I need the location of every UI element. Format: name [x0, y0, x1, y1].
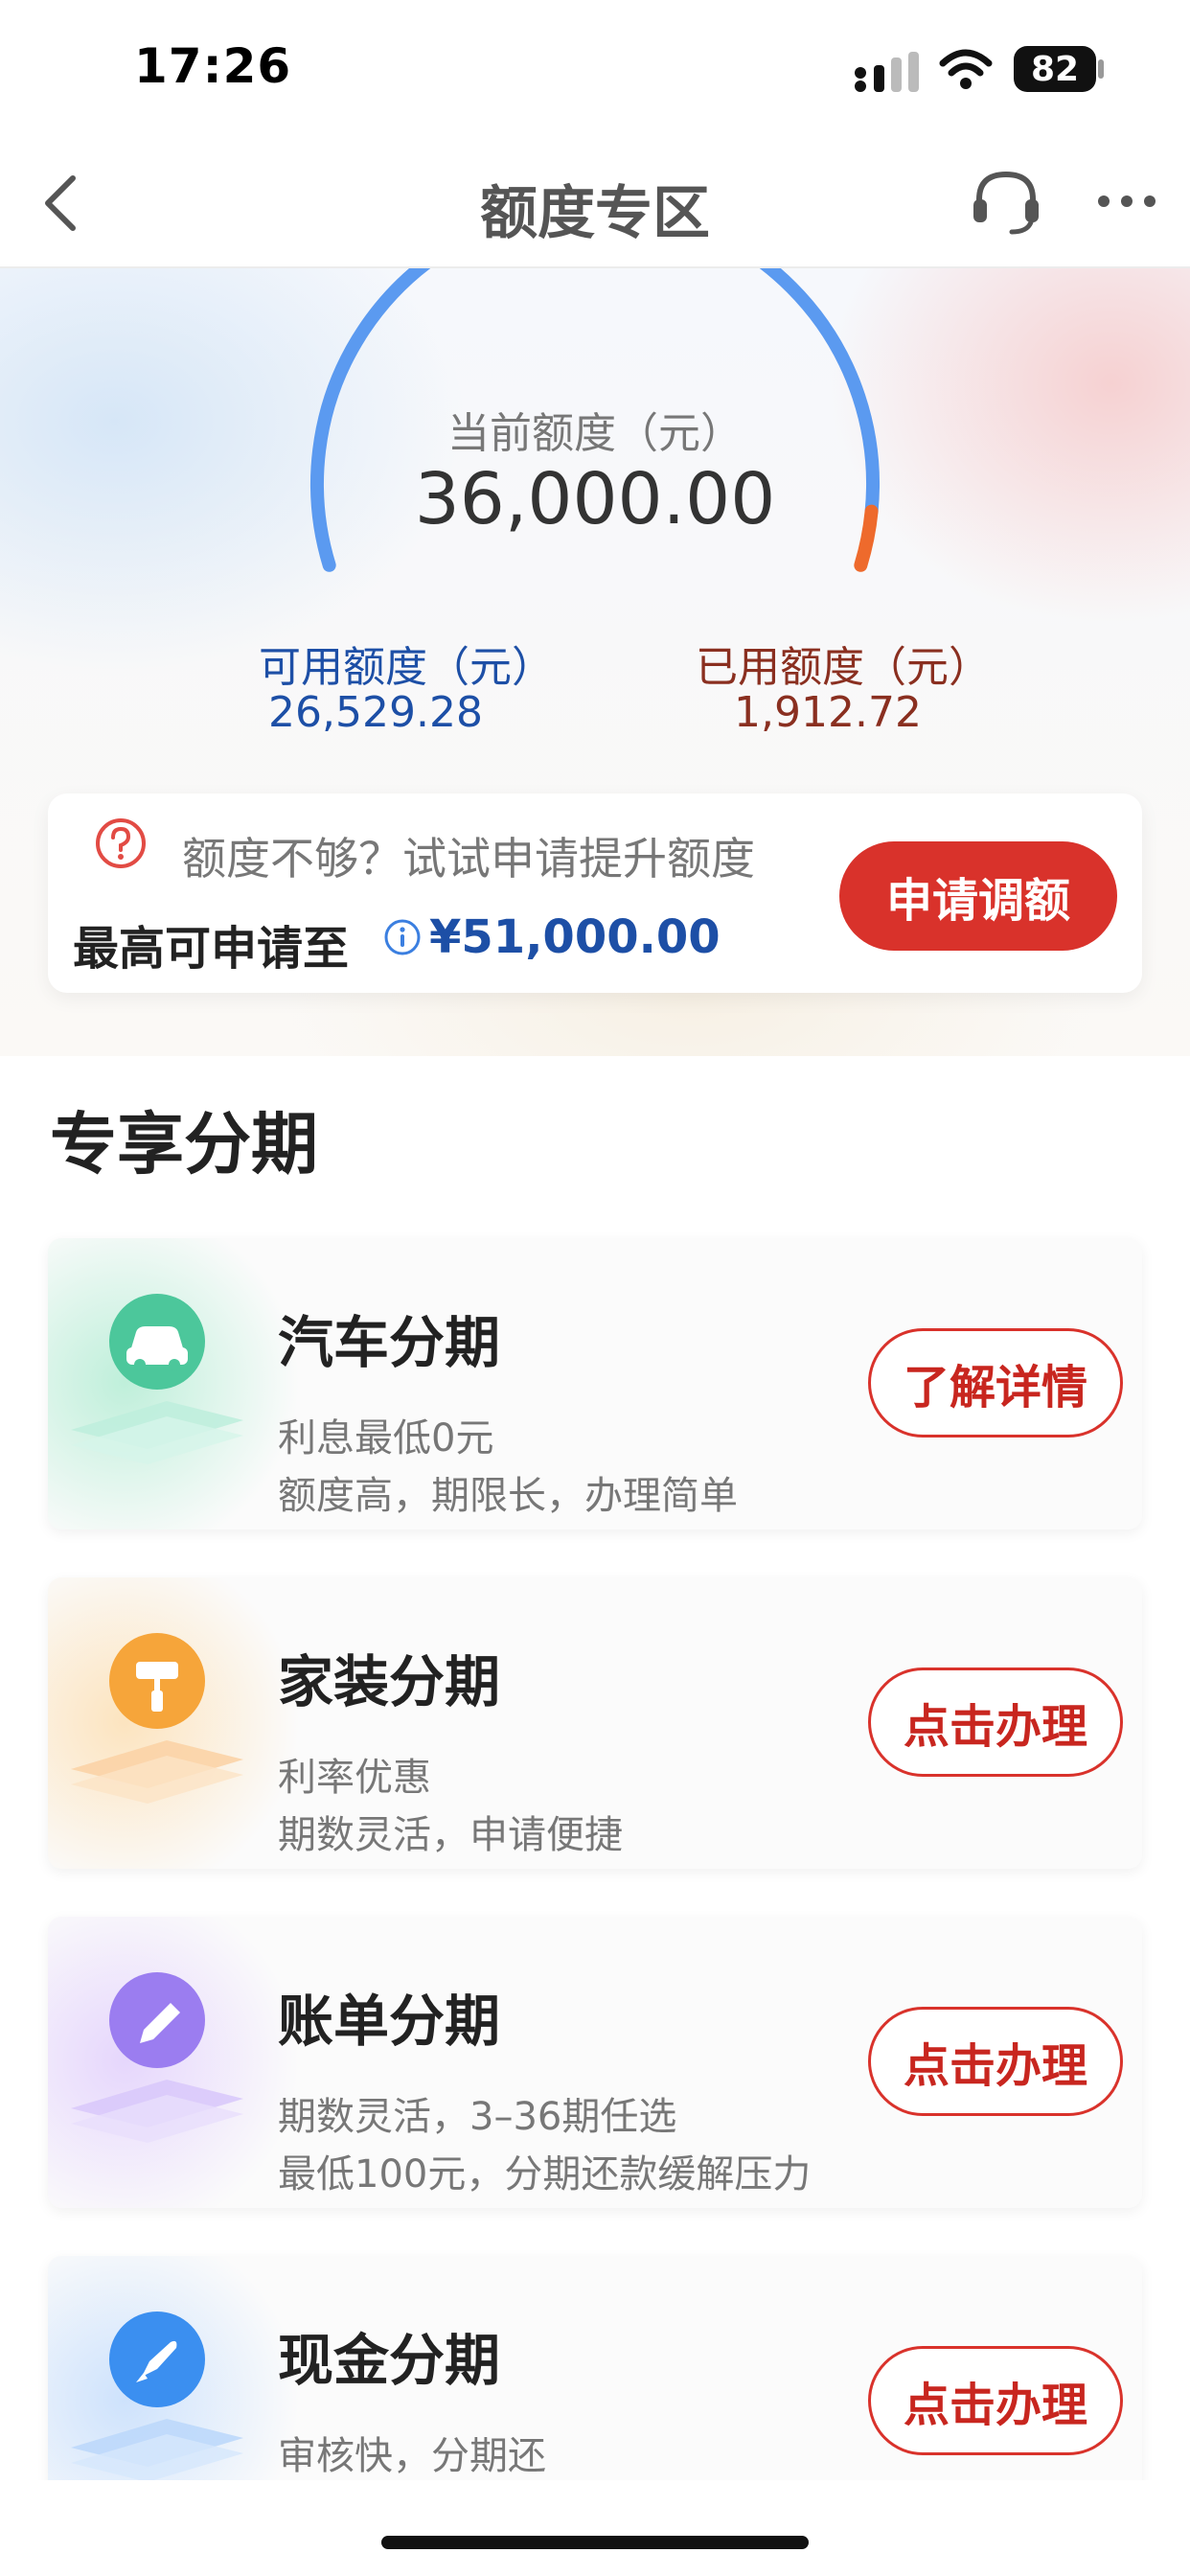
- current-limit-label: 当前额度（元）: [447, 409, 743, 458]
- current-limit-value: 36,000.00: [414, 458, 776, 540]
- battery-icon: 82: [1014, 46, 1096, 92]
- status-time: 17:26: [134, 38, 292, 94]
- available-limit-value: 26,529.28: [268, 688, 483, 737]
- card-desc: 期数灵活，申请便捷: [278, 1813, 623, 1857]
- home-indicator[interactable]: [381, 2536, 809, 2549]
- card-title: 现金分期: [278, 2328, 501, 2393]
- installment-card-bill[interactable]: 账单分期 期数灵活，3–36期任选 最低100元，分期还款缓解压力 点击办理: [48, 1917, 1142, 2208]
- card-desc: 额度高，期限长，办理简单: [278, 1474, 738, 1518]
- page: 17:26 82 额度专区 当前额度（元） 36,000.00 可用额度（元） …: [0, 0, 1190, 2576]
- card-desc: 利率优惠: [278, 1756, 431, 1800]
- learn-more-button[interactable]: 了解详情: [868, 1328, 1123, 1438]
- available-limit-label: 可用额度（元）: [259, 643, 554, 692]
- card-title: 汽车分期: [278, 1310, 501, 1375]
- installment-card-home[interactable]: 家装分期 利率优惠 期数灵活，申请便捷 点击办理: [48, 1577, 1142, 1869]
- customer-service-icon[interactable]: [970, 169, 1042, 238]
- apply-now-button[interactable]: 点击办理: [868, 2007, 1123, 2116]
- apply-now-button[interactable]: 点击办理: [868, 1668, 1123, 1777]
- card-title: 账单分期: [278, 1989, 501, 2054]
- card-title: 家装分期: [278, 1649, 501, 1714]
- car-icon: [71, 1294, 243, 1464]
- info-icon[interactable]: [383, 918, 422, 956]
- raise-tip: 额度不够？试试申请提升额度: [182, 833, 755, 885]
- rocket-icon: [71, 2312, 243, 2482]
- used-limit-label: 已用额度（元）: [696, 643, 991, 692]
- pencil-icon: [71, 1972, 243, 2143]
- section-title: 专享分期: [50, 1105, 318, 1184]
- card-desc: 利息最低0元: [278, 1416, 494, 1460]
- used-limit-value: 1,912.72: [734, 688, 922, 737]
- raise-limit-card: 额度不够？试试申请提升额度 最高可申请至 ¥51,000.00 申请调额: [48, 794, 1142, 993]
- installment-card-car[interactable]: 汽车分期 利息最低0元 额度高，期限长，办理简单 了解详情: [48, 1238, 1142, 1530]
- card-desc: 审核快，分期还: [278, 2434, 546, 2478]
- battery-level: 82: [1030, 49, 1080, 89]
- max-limit-value: ¥51,000.00: [429, 910, 721, 964]
- bottom-safe-area: [0, 2480, 1190, 2576]
- question-icon[interactable]: [94, 816, 148, 870]
- max-limit-label: 最高可申请至: [73, 922, 350, 976]
- nav-bar: 额度专区: [0, 134, 1190, 268]
- card-desc: 期数灵活，3–36期任选: [278, 2095, 677, 2139]
- signal-icon: [855, 52, 919, 92]
- status-bar: 17:26 82: [0, 0, 1190, 134]
- card-desc: 最低100元，分期还款缓解压力: [278, 2152, 812, 2196]
- battery-cap: [1098, 59, 1104, 79]
- apply-raise-button[interactable]: 申请调额: [839, 841, 1117, 951]
- paint-roller-icon: [71, 1633, 243, 1804]
- wifi-icon: [939, 49, 993, 89]
- apply-now-button[interactable]: 点击办理: [868, 2346, 1123, 2455]
- more-icon[interactable]: [1096, 192, 1157, 211]
